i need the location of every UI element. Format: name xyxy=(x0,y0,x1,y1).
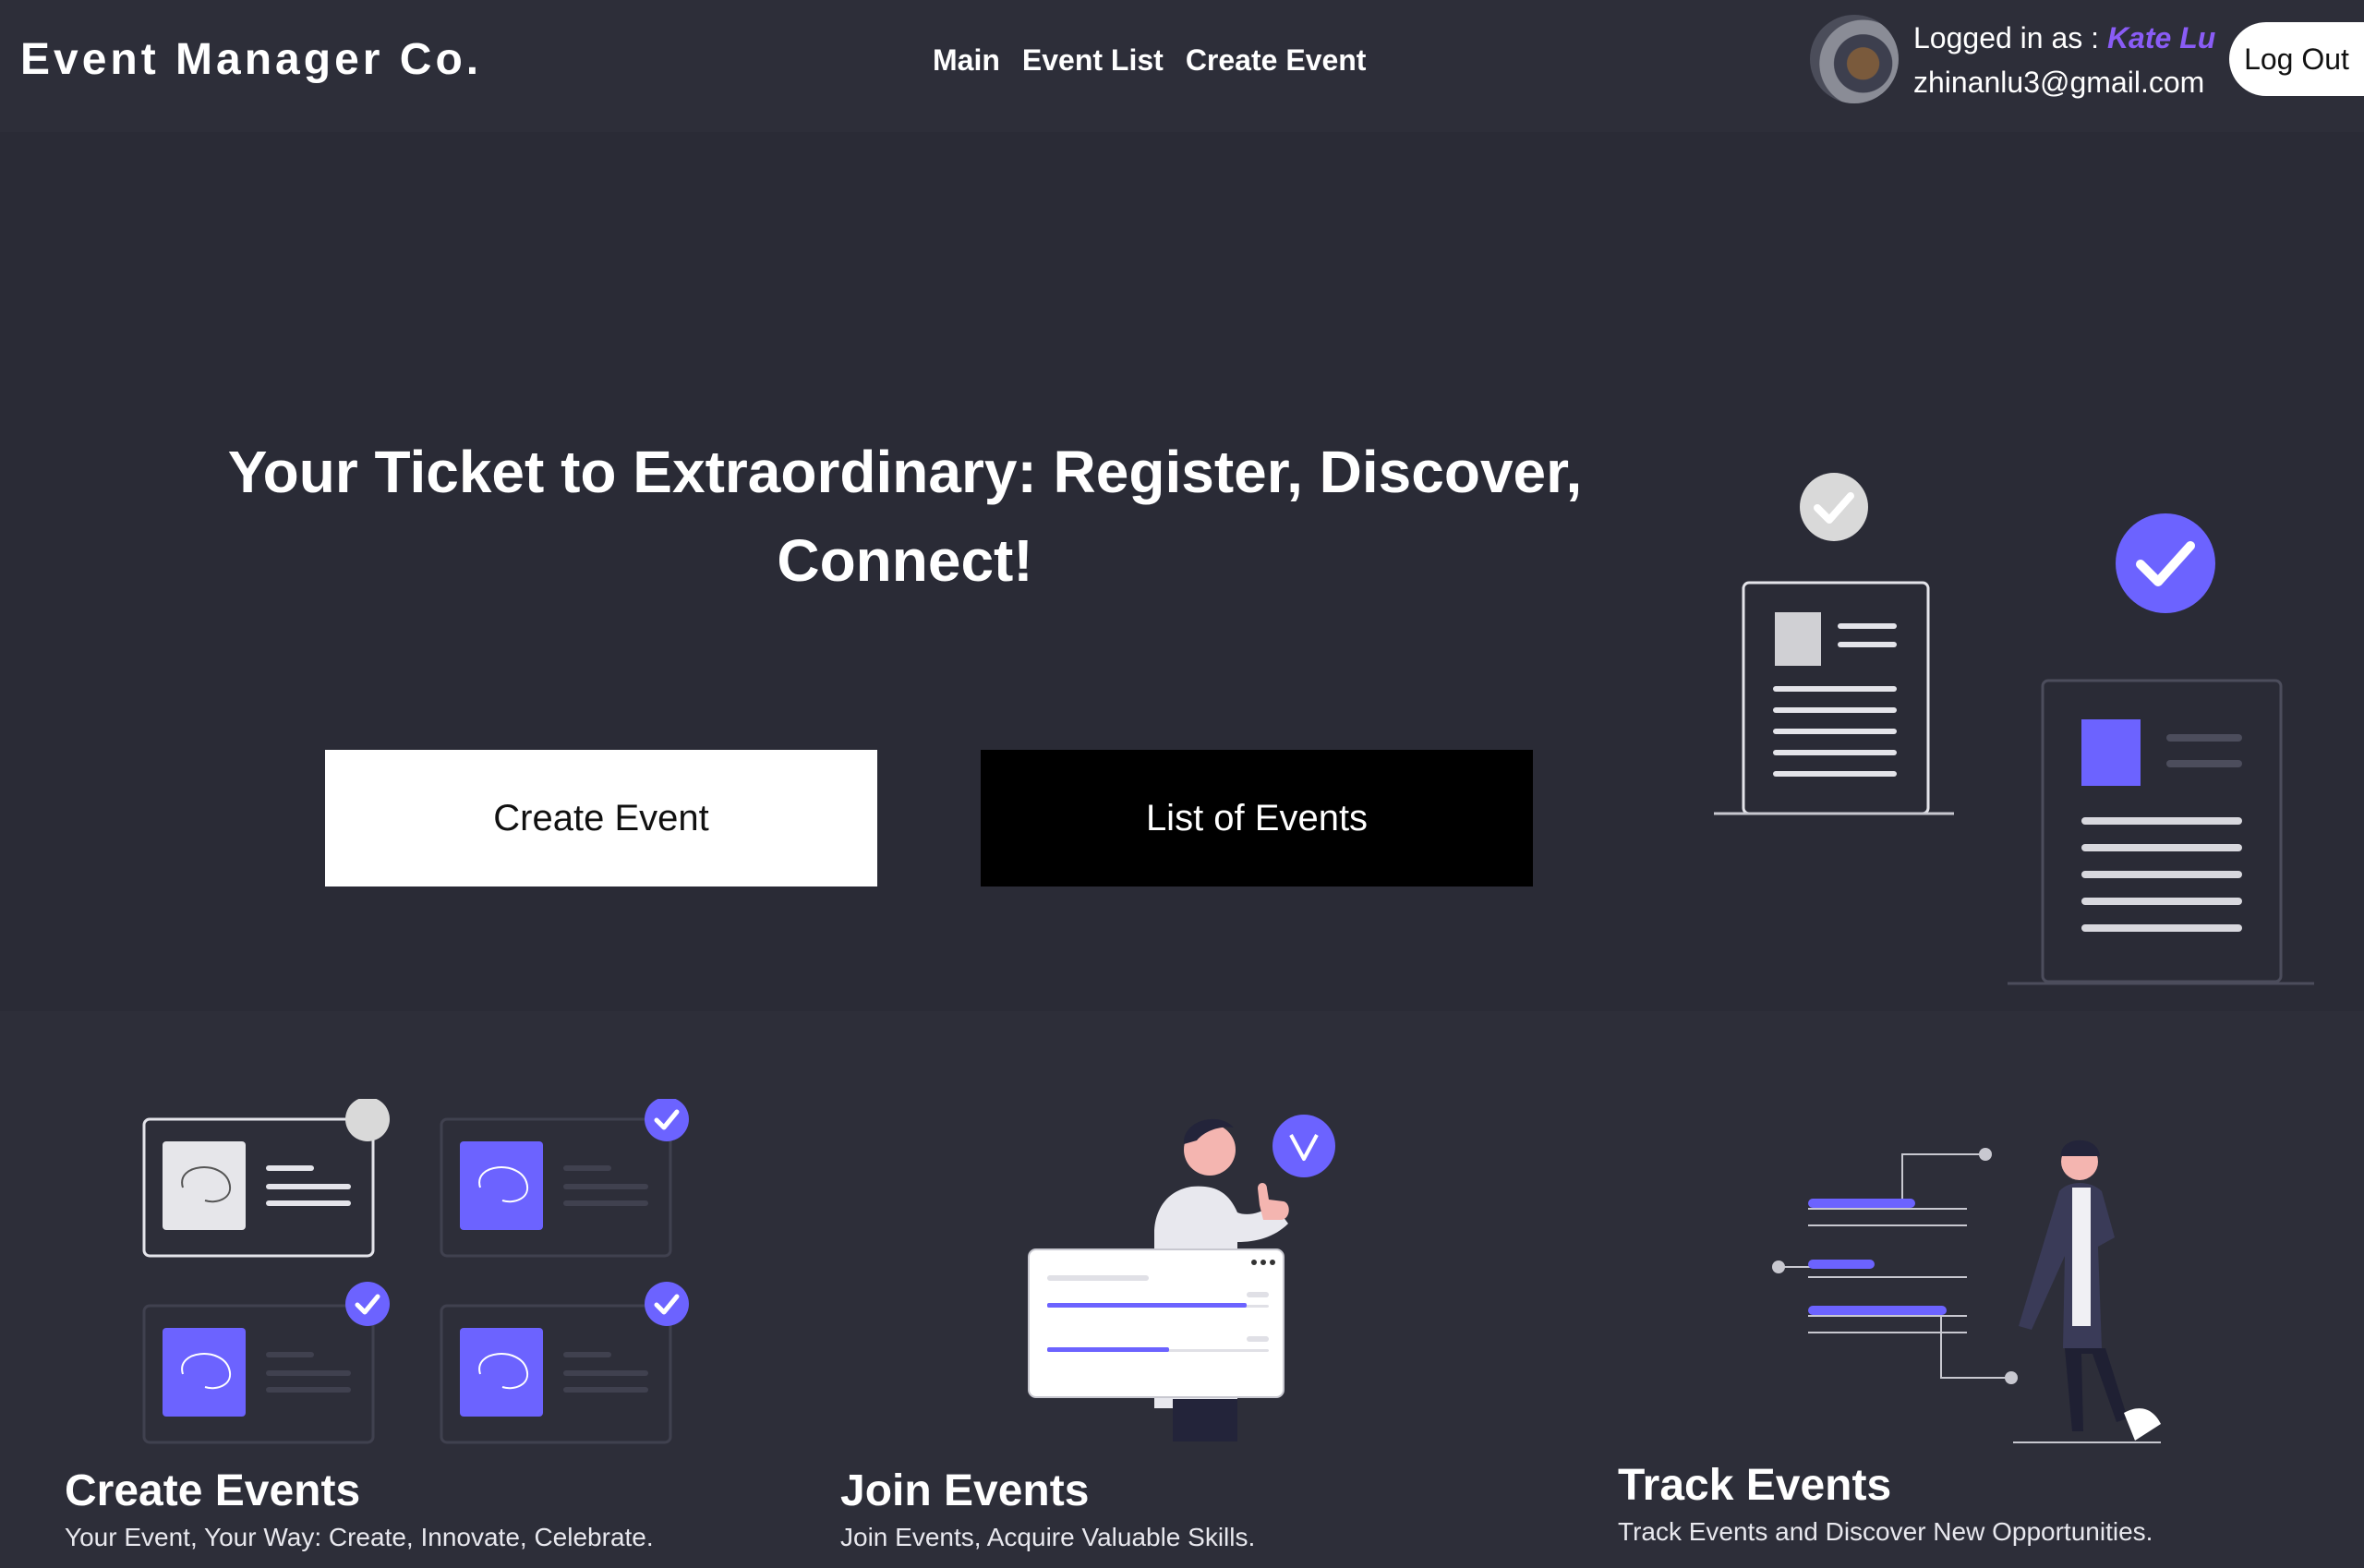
feature-title-track-events: Track Events xyxy=(1618,1461,1892,1510)
feature-desc-create-events: Your Event, Your Way: Create, Innovate, … xyxy=(65,1523,654,1551)
purple-check-icon xyxy=(2116,513,2215,613)
hero-section: Your Ticket to Extraordinary: Register, … xyxy=(0,132,2364,1011)
progress-card-icon xyxy=(1028,1248,1285,1398)
event-card-icon xyxy=(440,1099,689,1258)
logout-button[interactable]: Log Out xyxy=(2229,22,2364,96)
hero-title: Your Ticket to Extraordinary: Register, … xyxy=(227,439,1583,594)
logged-in-label: Logged in as : xyxy=(1913,21,2107,54)
features-section: Create Events Your Event, Your Way: Crea… xyxy=(0,1011,2364,1568)
nav-link-main[interactable]: Main xyxy=(933,39,1000,81)
nav-link-event-list[interactable]: Event List xyxy=(1022,39,1164,81)
list-of-events-button[interactable]: List of Events xyxy=(981,750,1533,887)
nav-link-create-event[interactable]: Create Event xyxy=(1186,39,1367,81)
documents-checked-illustration xyxy=(1714,473,2314,985)
join-events-illustration xyxy=(1028,1115,1335,1441)
person-standing-icon xyxy=(2013,1140,2161,1443)
document-icon xyxy=(1714,581,1954,815)
track-events-illustration xyxy=(1772,1140,2161,1443)
event-card-icon xyxy=(142,1099,390,1258)
user-email: zhinanlu3@gmail.com xyxy=(1913,66,2205,99)
event-card-icon xyxy=(440,1282,689,1444)
feature-desc-track-events: Track Events and Discover New Opportunit… xyxy=(1618,1517,2153,1546)
logged-in-status: Logged in as : Kate Lu xyxy=(1913,18,2215,57)
avatar xyxy=(1810,15,1899,103)
feature-title-join-events: Join Events xyxy=(840,1466,1090,1515)
brand-logo[interactable]: Event Manager Co. xyxy=(20,33,482,87)
nav-links: Main Event List Create Event xyxy=(933,39,1366,81)
create-event-button[interactable]: Create Event xyxy=(325,750,877,887)
user-name: Kate Lu xyxy=(2106,21,2216,54)
navbar: Event Manager Co. Main Event List Create… xyxy=(0,0,2364,132)
document-icon xyxy=(2008,679,2314,985)
feature-desc-join-events: Join Events, Acquire Valuable Skills. xyxy=(840,1523,1256,1551)
event-card-icon xyxy=(142,1282,390,1444)
task-bars-icon xyxy=(1772,1148,2018,1384)
feature-title-create-events: Create Events xyxy=(65,1466,361,1515)
gray-check-icon xyxy=(1800,473,1868,541)
